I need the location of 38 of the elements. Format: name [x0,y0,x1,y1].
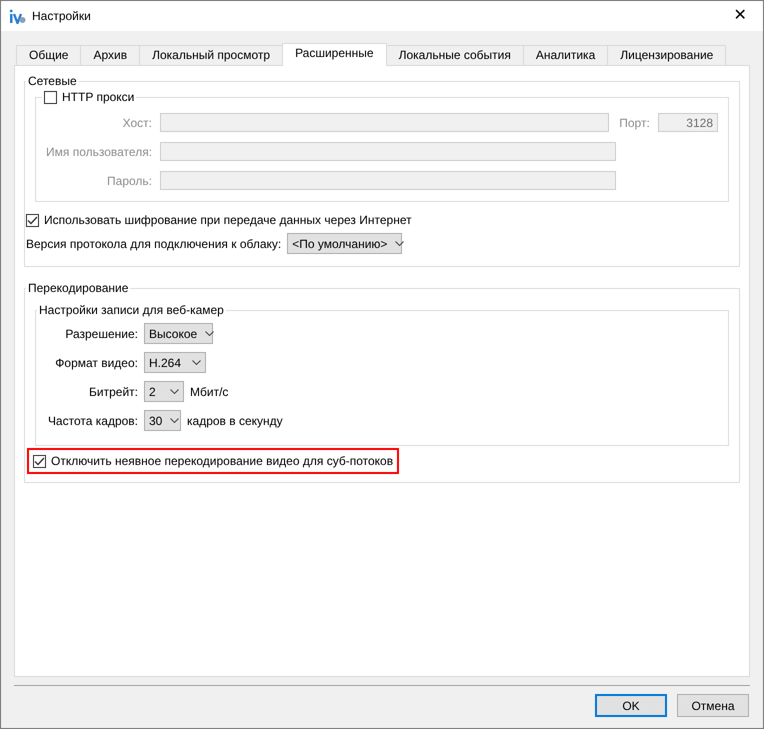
close-button[interactable]: ✕ [717,1,763,31]
tab[interactable]: Расширенные [282,43,387,66]
caret-icon [205,331,214,336]
caret-icon [170,418,180,423]
checkbox-label: Использовать шифрование при передаче данных через Интернет [44,212,412,229]
field-label: Битрейт: [88,384,138,400]
dropdown[interactable]: H.264 [144,352,206,373]
checkbox-label: HTTP прокси [62,90,134,104]
field-label: Хост: [122,114,152,132]
unit-label: кадров в секунду [187,412,283,430]
dialog-button[interactable]: Отмена [677,694,749,717]
dropdown[interactable]: 30 [144,410,181,431]
field-label: Порт: [619,114,650,132]
group-title: Сетевые [27,74,78,88]
checkbox-label: Отключить неявное перекодирование видео для суб-потоков [51,453,394,470]
field-label: Разрешение: [64,326,138,342]
caret-icon [395,241,404,246]
dropdown[interactable]: Высокое [144,323,213,344]
field-label: Версия протокола для подключения к облаку: [26,236,282,252]
field-label: Частота кадров: [46,412,138,430]
caret-icon [170,389,179,394]
dropdown[interactable]: <По умолчанию> [287,233,402,254]
dialog-button[interactable]: OK [595,694,667,717]
window-title: Настройки [32,8,91,25]
caret-icon [192,360,201,365]
unit-label: Мбит/с [190,384,228,400]
checkbox[interactable] [44,90,57,104]
app-logo-icon [9,8,26,24]
checkbox[interactable] [26,214,39,226]
group-title: Перекодирование [27,281,130,295]
dropdown[interactable]: 2 [144,381,184,402]
group-title: Настройки записи для веб-камер [38,303,225,317]
checkbox[interactable] [33,454,46,468]
field-label: Пароль: [106,172,152,190]
field-label: Формат видео: [54,354,138,372]
field-label: Имя пользователя: [46,144,152,160]
tab[interactable]: Лицензирование [607,45,726,65]
tab[interactable]: Общие [16,45,82,65]
